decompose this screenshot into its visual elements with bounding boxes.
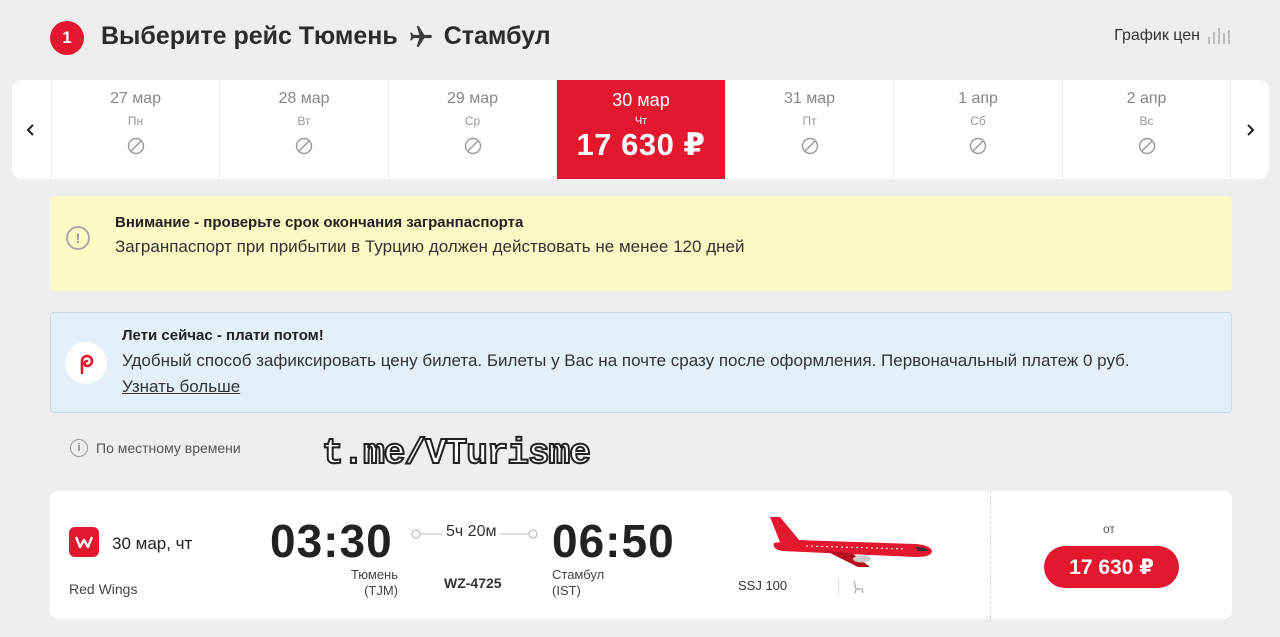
timezone-note: i По местному времени: [70, 439, 241, 457]
arrival-time: 06:50: [552, 515, 675, 567]
unavailable-icon: [295, 137, 313, 155]
watermark: t.me/VTurisme: [321, 432, 592, 475]
date-option[interactable]: 2 апр Вс: [1061, 80, 1231, 179]
plane-icon: [409, 25, 432, 47]
date-option[interactable]: 30 мар Чт 17 630 ₽: [556, 80, 725, 179]
date-label: 27 мар: [109, 90, 162, 107]
unavailable-icon: [464, 137, 481, 155]
price-graph-link[interactable]: График цен: [1114, 27, 1230, 45]
flight-card[interactable]: 30 мар, чт Red Wings 03:30 Тюмень (TJM) …: [50, 491, 1232, 619]
date-option[interactable]: 28 мар Вт: [219, 80, 388, 179]
date-price: 17 630 ₽: [576, 127, 706, 162]
info-icon: i: [70, 439, 88, 457]
date-label: 30 мар: [612, 90, 670, 110]
date-option[interactable]: 31 мар Пт: [724, 80, 894, 179]
select-flight-price-button[interactable]: 17 630 ₽: [1044, 546, 1179, 588]
price-graph-label: График цен: [1114, 27, 1200, 44]
promo-text: Удобный способ зафиксировать цену билета…: [122, 351, 1130, 370]
departure-code: (TJM): [364, 583, 398, 598]
weekday-label: Чт: [634, 115, 648, 127]
date-label: 28 мар: [278, 90, 330, 107]
promo-heading: Лети сейчас - плати потом!: [122, 327, 324, 344]
weekday-label: Вт: [297, 114, 311, 128]
title-origin: Выберите рейс Тюмень: [101, 22, 398, 50]
learn-more-link[interactable]: Узнать больше: [122, 377, 240, 397]
aircraft-image: [770, 517, 932, 567]
unavailable-icon: [127, 137, 144, 155]
weekday-label: Пт: [802, 114, 817, 128]
weekday-label: Пн: [127, 114, 144, 128]
departure-city: Тюмень: [350, 567, 398, 582]
flight-date: 30 мар, чт: [112, 534, 193, 553]
page-header: 1 Выберите рейс Тюмень Стамбул График це…: [50, 20, 1230, 56]
unavailable-icon: [969, 137, 987, 155]
flight-duration: 5ч 20м: [442, 523, 501, 541]
weekday-label: Вс: [1139, 114, 1154, 128]
airline-logo-icon: [69, 527, 99, 557]
aircraft-type: SSJ 100: [738, 578, 788, 593]
unavailable-icon: [1138, 137, 1155, 155]
passport-warning: ! Внимание - проверьте срок окончания за…: [50, 196, 1232, 291]
warning-text: Загранпаспорт при прибытии в Турцию долж…: [115, 237, 745, 256]
next-dates-button[interactable]: [1230, 80, 1269, 179]
seat-icon: [853, 580, 864, 594]
date-carousel: 27 мар Пн 28 мар Вт 29 мар Ср 30 мар Чт 17 630 ₽…: [12, 80, 1269, 179]
promo-banner: Лети сейчас - плати потом! Удобный спосо…: [50, 312, 1232, 413]
arrival-city: Стамбул: [552, 567, 605, 582]
chevron-left-icon: [26, 123, 35, 136]
prev-dates-button[interactable]: [12, 80, 51, 179]
step-badge: 1: [50, 21, 84, 55]
date-option[interactable]: 27 мар Пн: [50, 80, 220, 179]
date-option[interactable]: 29 мар Ср: [387, 80, 557, 179]
bar-chart-icon: [1208, 28, 1230, 44]
arrival-code: (IST): [552, 583, 581, 598]
timezone-text: По местному времени: [96, 440, 241, 456]
divider: [838, 578, 839, 594]
weekday-label: Ср: [464, 114, 481, 128]
date-label: 31 мар: [783, 90, 836, 107]
unavailable-icon: [801, 137, 818, 155]
price-from-label: от: [1103, 522, 1115, 536]
flight-number: WZ-4725: [444, 575, 502, 591]
airline-name: Red Wings: [69, 581, 138, 597]
payment-logo-icon: [65, 342, 107, 384]
info-icon: !: [66, 226, 90, 250]
date-label: 29 мар: [446, 90, 499, 107]
chevron-right-icon: [1247, 123, 1255, 136]
departure-time: 03:30: [270, 515, 393, 567]
date-option[interactable]: 1 апр Сб: [893, 80, 1062, 179]
card-divider: [990, 491, 991, 619]
title-destination: Стамбул: [443, 22, 551, 50]
page-title: Выберите рейс Тюмень Стамбул: [101, 22, 551, 51]
date-label: 1 апр: [958, 90, 998, 107]
date-label: 2 апр: [1126, 90, 1167, 107]
weekday-label: Сб: [970, 114, 986, 128]
warning-heading: Внимание - проверьте срок окончания загр…: [115, 214, 524, 231]
